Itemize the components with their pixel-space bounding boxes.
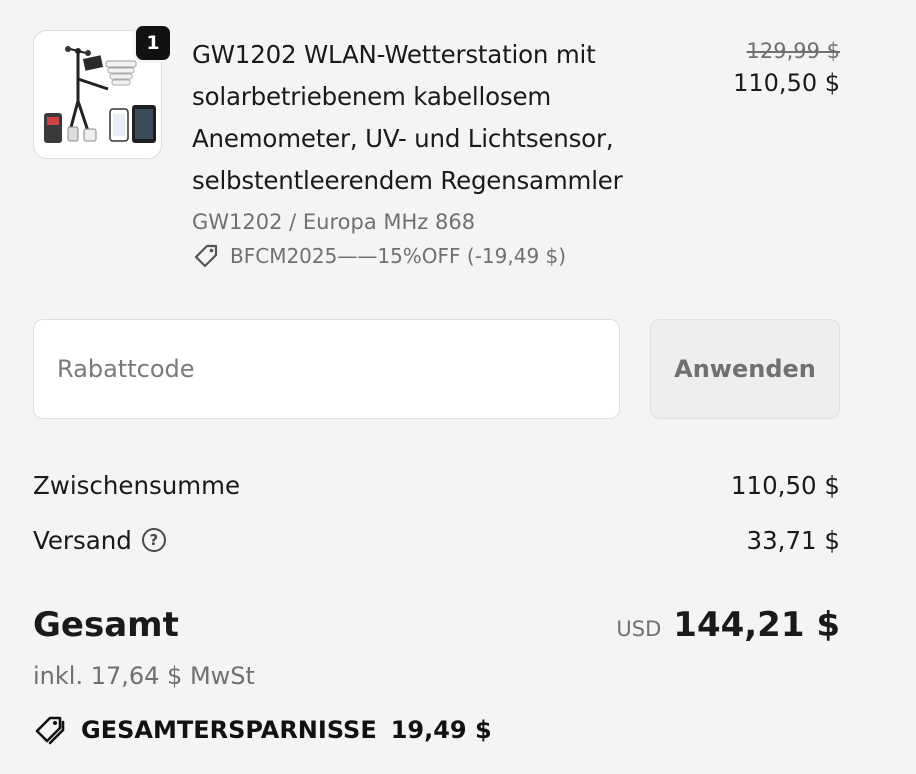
shipping-value: 33,71 $ — [746, 525, 840, 555]
total-value: 144,21 $ — [673, 605, 840, 645]
product-info: GW1202 WLAN-Wetterstation mit solarbetri… — [192, 34, 652, 272]
subtotal-value: 110,50 $ — [730, 470, 840, 500]
discount-code-label: BFCM2025——15%OFF (-19,49 $) — [230, 244, 567, 268]
order-summary: 1 GW1202 WLAN-Wetterstation mit solarbet… — [0, 0, 916, 774]
shipping-row: Versand ? 33,71 $ — [33, 522, 840, 558]
question-circle-icon[interactable]: ? — [141, 528, 166, 552]
product-prices: 129,99 $ 110,50 $ — [733, 36, 840, 100]
tags-icon — [35, 716, 65, 745]
total-amount-group: USD 144,21 $ — [616, 605, 840, 645]
apply-discount-button[interactable]: Anwenden — [650, 319, 840, 419]
total-savings: GESAMTERSPARNISSE 19,49 $ — [33, 713, 492, 747]
current-price: 110,50 $ — [733, 69, 840, 97]
total-row: Gesamt USD 144,21 $ — [33, 600, 840, 650]
product-title-line: GW1202 WLAN-Wetterstation mit — [192, 40, 596, 69]
subtotal-label: Zwischensumme — [33, 470, 241, 500]
savings-value: 19,49 $ — [390, 716, 492, 744]
discount-code-input[interactable] — [33, 319, 620, 419]
tag-icon — [194, 244, 218, 268]
shipping-label-group: Versand ? — [33, 526, 166, 555]
currency-code: USD — [616, 617, 662, 641]
product-variant: GW1202 / Europa MHz 868 — [192, 210, 476, 234]
applied-discount: BFCM2025——15%OFF (-19,49 $) — [192, 240, 652, 272]
product-title-line: solarbetriebenem kabellosem — [192, 82, 552, 111]
product-thumbnail: 1 — [33, 23, 173, 159]
total-label: Gesamt — [33, 605, 179, 645]
original-price: 129,99 $ — [746, 39, 840, 63]
product-title-line: Anemometer, UV- und Lichtsensor, — [192, 124, 614, 153]
product-title-line: selbstentleerendem Regensammler — [192, 166, 623, 195]
shipping-label: Versand — [33, 525, 132, 555]
product-title: GW1202 WLAN-Wetterstation mit solarbetri… — [192, 34, 652, 202]
subtotal-row: Zwischensumme 110,50 $ — [33, 467, 840, 503]
tax-note: inkl. 17,64 $ MwSt — [33, 662, 255, 690]
savings-label: GESAMTERSPARNISSE — [81, 716, 377, 744]
quantity-badge: 1 — [133, 23, 173, 63]
